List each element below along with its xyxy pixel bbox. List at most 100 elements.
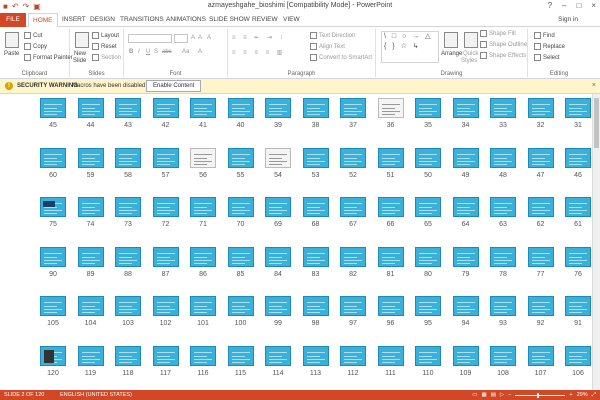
tab-review[interactable]: REVIEW xyxy=(248,13,282,27)
slide-thumbnail[interactable] xyxy=(115,296,141,316)
slide-thumbnail[interactable] xyxy=(40,246,66,267)
slide-thumbnail[interactable] xyxy=(77,345,104,366)
clear-format-icon[interactable]: A xyxy=(207,35,211,41)
slide-thumbnail[interactable] xyxy=(415,296,441,316)
slide-thumbnail[interactable] xyxy=(227,147,254,168)
slide-thumbnail[interactable] xyxy=(565,345,591,366)
slide-thumbnail[interactable] xyxy=(490,246,516,267)
slide-thumbnail[interactable] xyxy=(452,197,479,217)
slide-thumbnail[interactable] xyxy=(265,246,291,267)
align-text-button[interactable]: Align Text xyxy=(310,43,345,50)
slide-thumbnail[interactable] xyxy=(340,197,366,217)
slide-thumbnail[interactable] xyxy=(565,296,591,316)
slide-thumbnail[interactable] xyxy=(40,98,66,118)
slide-thumbnail[interactable] xyxy=(527,345,554,366)
replace-button[interactable]: Replace xyxy=(534,43,565,50)
shape-outline-button[interactable]: Shape Outline xyxy=(480,41,527,48)
slide-thumbnail[interactable] xyxy=(490,197,516,217)
zoom-slider-knob[interactable] xyxy=(537,392,540,398)
font-name-input[interactable] xyxy=(128,34,172,43)
close-icon[interactable]: × xyxy=(592,82,596,89)
slide-thumbnail[interactable] xyxy=(527,246,554,267)
slide-thumbnail[interactable] xyxy=(340,296,366,316)
slide-thumbnail[interactable] xyxy=(490,345,516,366)
help-button[interactable]: ? xyxy=(548,1,552,10)
slide-thumbnail[interactable] xyxy=(190,296,216,316)
find-button[interactable]: Find xyxy=(534,32,555,39)
slide-thumbnail[interactable] xyxy=(40,345,66,366)
slide-thumbnail[interactable] xyxy=(377,147,404,168)
slide-thumbnail[interactable] xyxy=(227,197,254,217)
slide-thumbnail[interactable] xyxy=(77,296,104,316)
slide-thumbnail[interactable] xyxy=(302,98,329,118)
align-buttons[interactable]: ≡ ≡ ≡ ≡ ▥ xyxy=(232,49,285,56)
slide-thumbnail[interactable] xyxy=(190,197,216,217)
slide-thumbnail[interactable] xyxy=(227,345,254,366)
tab-home[interactable]: HOME xyxy=(28,13,58,28)
slide-thumbnail[interactable] xyxy=(452,98,479,118)
slide-thumbnail[interactable] xyxy=(565,98,591,118)
slide-thumbnail[interactable] xyxy=(415,246,441,267)
slide-thumbnail[interactable] xyxy=(77,197,104,217)
slide-thumbnail[interactable] xyxy=(565,197,591,217)
slide-thumbnail[interactable] xyxy=(265,296,291,316)
slide-thumbnail[interactable] xyxy=(452,345,479,366)
slide-thumbnail[interactable] xyxy=(565,147,591,168)
slide-thumbnail[interactable] xyxy=(152,296,179,316)
slide-thumbnail[interactable] xyxy=(115,147,141,168)
vertical-scrollbar[interactable] xyxy=(592,94,600,390)
slide-thumbnail[interactable] xyxy=(152,197,179,217)
slide-thumbnail[interactable] xyxy=(152,246,179,267)
font-size-input[interactable] xyxy=(174,34,188,43)
shape-fill-button[interactable]: Shape Fill xyxy=(480,30,516,37)
slide-thumbnail[interactable] xyxy=(415,98,441,118)
zoom-level[interactable]: 29% xyxy=(577,390,588,400)
font-color-icon[interactable]: A xyxy=(198,49,202,55)
slide-thumbnail[interactable] xyxy=(190,345,216,366)
paste-button[interactable]: Paste xyxy=(4,51,19,57)
slide-thumbnail[interactable] xyxy=(152,345,179,366)
slide-thumbnail[interactable] xyxy=(527,98,554,118)
convert-smartart-button[interactable]: Convert to SmartArt xyxy=(310,54,372,61)
slide-thumbnail[interactable] xyxy=(115,246,141,267)
section-button[interactable]: Section xyxy=(92,54,121,61)
slide-thumbnail[interactable] xyxy=(190,98,216,118)
normal-view-icon[interactable]: ▭ xyxy=(472,390,477,400)
slide-thumbnail[interactable] xyxy=(527,147,554,168)
slide-thumbnail[interactable] xyxy=(377,246,404,267)
slide-thumbnail[interactable] xyxy=(152,98,179,118)
new-slide-button[interactable]: New xyxy=(74,51,86,57)
slide-thumbnail[interactable] xyxy=(227,98,254,118)
slide-thumbnail[interactable] xyxy=(415,147,441,168)
slide-thumbnail[interactable] xyxy=(302,197,329,217)
slideshow-view-icon[interactable]: ▷ xyxy=(500,390,504,400)
slide-thumbnail[interactable] xyxy=(490,296,516,316)
slide-thumbnail[interactable] xyxy=(227,246,254,267)
slide-thumbnail[interactable] xyxy=(227,296,254,316)
slide-thumbnail[interactable] xyxy=(452,296,479,316)
strikethrough-button[interactable]: abc xyxy=(162,49,172,55)
slide-thumbnail[interactable] xyxy=(340,98,366,118)
slide-thumbnail[interactable] xyxy=(265,345,291,366)
maximize-button[interactable]: □ xyxy=(576,1,581,10)
zoom-out-icon[interactable]: − xyxy=(508,390,511,400)
tab-file[interactable]: FILE xyxy=(0,13,26,27)
shapes-gallery[interactable]: \ □ ○ → △ { } ☆ ↳ xyxy=(381,31,439,63)
close-button[interactable]: × xyxy=(591,1,596,10)
slide-thumbnail[interactable] xyxy=(152,147,179,168)
layout-button[interactable]: Layout xyxy=(92,32,119,39)
enable-content-button[interactable]: Enable Content xyxy=(146,80,202,92)
select-button[interactable]: Select xyxy=(534,54,560,61)
slide-thumbnail[interactable] xyxy=(377,296,404,316)
tab-animations[interactable]: ANIMATIONS xyxy=(162,13,210,27)
reset-button[interactable]: Reset xyxy=(92,43,117,50)
tab-insert[interactable]: INSERT xyxy=(58,13,90,27)
slide-thumbnail[interactable] xyxy=(415,197,441,217)
sorter-view-icon[interactable]: ▦ xyxy=(482,390,487,400)
arrange-button[interactable]: Arrange xyxy=(441,51,462,57)
reading-view-icon[interactable]: ▤ xyxy=(491,390,496,400)
slide-thumbnail[interactable] xyxy=(452,147,479,168)
slide-thumbnail[interactable] xyxy=(40,147,66,168)
slide-thumbnail[interactable] xyxy=(415,345,441,366)
slide-thumbnail[interactable] xyxy=(190,147,216,168)
